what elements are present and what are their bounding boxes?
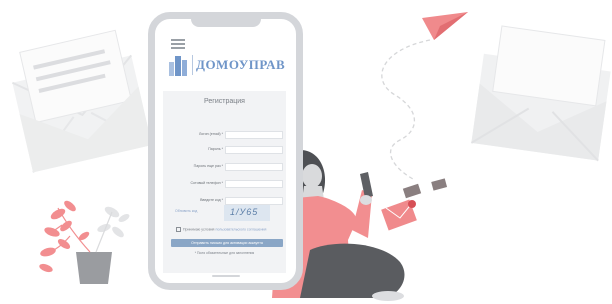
password-repeat-field-row: Пароль еще раз * <box>163 163 286 173</box>
buildings-icon <box>169 56 187 76</box>
submit-button[interactable]: Отправить письмо для активации аккаунта <box>171 239 283 247</box>
brand-name: ДОМОУПРАВ <box>196 57 286 72</box>
password-repeat-label: Пароль еще раз * <box>193 164 223 168</box>
email-label: Логин (email) * <box>198 132 223 136</box>
background-illustration <box>11 12 611 301</box>
password-repeat-input[interactable] <box>225 163 283 171</box>
code-label: Введите код * <box>200 198 223 202</box>
envelope-right-icon <box>470 25 611 162</box>
refresh-captcha-link[interactable]: Обновить код <box>175 209 197 213</box>
flying-envelopes-icon <box>381 178 448 231</box>
paper-plane-icon <box>422 12 468 40</box>
brand-divider <box>192 55 193 75</box>
terms-checkbox[interactable] <box>176 227 181 232</box>
terms-label: Принимаю условия <box>183 227 215 232</box>
code-input[interactable] <box>225 197 283 205</box>
registration-form: Регистрация Логин (email) * Пароль * Пар… <box>163 91 286 273</box>
email-input[interactable] <box>225 131 283 139</box>
phone-field-row: Сотовый телефон * <box>163 180 286 190</box>
password-field-row: Пароль * <box>163 146 286 156</box>
required-fields-note: * Поля обязательные для заполнения <box>194 251 255 255</box>
captcha-code: 1/У65 <box>230 207 259 217</box>
phone-notch <box>190 19 261 27</box>
phone-label: Сотовый телефон * <box>190 181 223 185</box>
password-input[interactable] <box>225 146 283 154</box>
password-label: Пароль * <box>208 147 223 151</box>
brand-logo[interactable]: ДОМОУПРАВ <box>168 53 285 77</box>
plant-icon <box>39 200 130 284</box>
terms-consent: Принимаю условия пользовательского согла… <box>176 227 266 232</box>
dashed-flight-path <box>381 39 431 181</box>
phone-mockup: ДОМОУПРАВ Регистрация Логин (email) * Па… <box>148 12 303 290</box>
phone-home-indicator <box>211 275 240 277</box>
form-title: Регистрация <box>204 98 245 105</box>
captcha-image: 1/У65 <box>224 205 270 221</box>
terms-link[interactable]: пользовательского соглашения <box>215 227 266 231</box>
phone-input[interactable] <box>225 180 283 188</box>
email-field-row: Логин (email) * <box>163 131 286 141</box>
envelope-left-icon <box>11 29 153 173</box>
hamburger-menu-icon[interactable] <box>171 39 185 51</box>
